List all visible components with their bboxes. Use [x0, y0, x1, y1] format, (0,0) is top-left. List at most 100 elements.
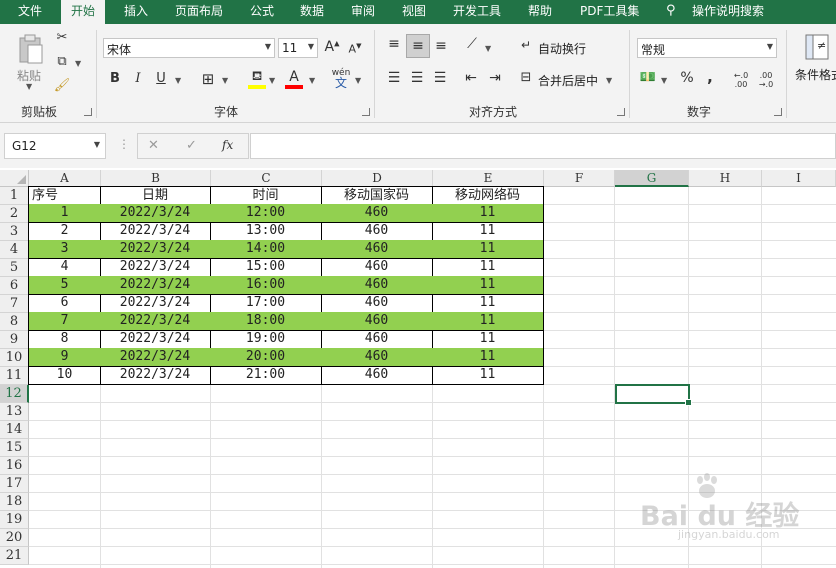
align-middle-icon[interactable]: ≡ — [406, 34, 430, 58]
row-header-1[interactable]: 1 — [0, 187, 29, 205]
row-header-7[interactable]: 7 — [0, 295, 29, 313]
italic-button[interactable]: I — [130, 71, 146, 86]
select-all-corner[interactable] — [0, 170, 29, 187]
number-format-select[interactable]: 常规 ▼ — [637, 38, 777, 58]
drag-handle-icon[interactable]: ⋮ — [118, 137, 130, 151]
table-header-cell[interactable]: 序号 — [28, 186, 101, 205]
number-launcher-icon[interactable] — [774, 108, 782, 116]
table-cell[interactable]: 13:00 — [210, 222, 322, 241]
tab-pdf-tools[interactable]: PDF工具集 — [580, 0, 639, 24]
orientation-icon[interactable]: ⟋ — [463, 36, 481, 52]
tab-formulas[interactable]: 公式 — [250, 0, 274, 24]
fill-handle[interactable] — [685, 399, 692, 406]
font-color-button[interactable]: A — [285, 69, 303, 89]
table-cell[interactable]: 11 — [432, 312, 544, 331]
decrease-decimal-button[interactable]: .00 →.0 — [756, 71, 776, 89]
table-cell[interactable]: 1 — [28, 204, 101, 223]
row-header-20[interactable]: 20 — [0, 529, 29, 547]
table-cell[interactable]: 14:00 — [210, 240, 322, 259]
orientation-dropdown-arrow[interactable]: ▼ — [485, 44, 491, 53]
table-cell[interactable]: 460 — [321, 294, 433, 313]
row-header-4[interactable]: 4 — [0, 241, 29, 259]
table-cell[interactable]: 2022/3/24 — [100, 240, 211, 259]
row-header-14[interactable]: 14 — [0, 421, 29, 439]
table-cell[interactable]: 460 — [321, 348, 433, 367]
lightbulb-icon[interactable]: ⚲ — [666, 0, 676, 24]
row-header-6[interactable]: 6 — [0, 277, 29, 295]
table-cell[interactable]: 460 — [321, 222, 433, 241]
increase-font-button[interactable]: A▲ — [324, 39, 340, 55]
table-cell[interactable]: 460 — [321, 258, 433, 277]
accounting-dropdown-arrow[interactable]: ▼ — [661, 76, 667, 85]
table-cell[interactable]: 18:00 — [210, 312, 322, 331]
tab-home[interactable]: 开始 — [61, 0, 106, 24]
column-header-h[interactable]: H — [689, 170, 762, 187]
font-launcher-icon[interactable] — [362, 108, 370, 116]
table-cell[interactable]: 2022/3/24 — [100, 348, 211, 367]
borders-icon[interactable]: ⊞ — [199, 70, 217, 88]
column-header-g[interactable]: G — [615, 170, 689, 187]
merge-dropdown-arrow[interactable]: ▼ — [606, 76, 612, 85]
percent-style-button[interactable]: % — [678, 70, 696, 86]
table-cell[interactable]: 19:00 — [210, 330, 322, 349]
table-cell[interactable]: 11 — [432, 240, 544, 259]
table-cell[interactable]: 8 — [28, 330, 101, 349]
table-cell[interactable]: 21:00 — [210, 366, 322, 385]
table-header-cell[interactable]: 移动国家码 — [321, 186, 433, 205]
table-cell[interactable]: 11 — [432, 258, 544, 277]
table-header-cell[interactable]: 日期 — [100, 186, 211, 205]
table-cell[interactable]: 2 — [28, 222, 101, 241]
column-header-d[interactable]: D — [322, 170, 433, 187]
table-cell[interactable]: 11 — [432, 276, 544, 295]
phonetic-dropdown-arrow[interactable]: ▼ — [355, 76, 361, 85]
conditional-formatting-button[interactable]: ≠ 条件格式 — [793, 32, 836, 94]
row-header-21[interactable]: 21 — [0, 547, 29, 565]
phonetic-button[interactable]: wén 文 — [331, 68, 351, 90]
font-size-select[interactable]: 11 ▼ — [278, 38, 318, 58]
row-header-15[interactable]: 15 — [0, 439, 29, 457]
column-header-f[interactable]: F — [544, 170, 615, 187]
bold-button[interactable]: B — [107, 71, 123, 86]
row-header-2[interactable]: 2 — [0, 205, 29, 223]
row-header-17[interactable]: 17 — [0, 475, 29, 493]
table-cell[interactable]: 7 — [28, 312, 101, 331]
table-cell[interactable]: 2022/3/24 — [100, 258, 211, 277]
table-cell[interactable]: 11 — [432, 348, 544, 367]
row-header-10[interactable]: 10 — [0, 349, 29, 367]
decrease-indent-icon[interactable]: ⇤ — [462, 70, 480, 86]
row-header-19[interactable]: 19 — [0, 511, 29, 529]
merge-center-button[interactable]: ⊟ 合并后居中 — [518, 70, 610, 90]
tab-developer[interactable]: 开发工具 — [453, 0, 501, 24]
format-painter-icon[interactable]: 🖌 — [53, 78, 71, 93]
table-cell[interactable]: 2022/3/24 — [100, 294, 211, 313]
table-cell[interactable]: 2022/3/24 — [100, 330, 211, 349]
name-box[interactable]: G12 ▼ — [4, 133, 106, 159]
row-header-18[interactable]: 18 — [0, 493, 29, 511]
column-header-b[interactable]: B — [101, 170, 211, 187]
table-cell[interactable]: 16:00 — [210, 276, 322, 295]
cancel-icon[interactable]: ✕ — [148, 138, 159, 153]
table-cell[interactable]: 15:00 — [210, 258, 322, 277]
table-cell[interactable]: 11 — [432, 222, 544, 241]
increase-indent-icon[interactable]: ⇥ — [486, 70, 504, 86]
formula-input[interactable] — [250, 133, 836, 159]
decrease-font-button[interactable]: A▼ — [347, 42, 363, 56]
borders-dropdown-arrow[interactable]: ▼ — [222, 76, 228, 85]
table-cell[interactable]: 460 — [321, 276, 433, 295]
tab-review[interactable]: 审阅 — [351, 0, 375, 24]
table-cell[interactable]: 12:00 — [210, 204, 322, 223]
accounting-format-icon[interactable]: 💵 — [639, 70, 657, 85]
table-cell[interactable]: 460 — [321, 204, 433, 223]
column-header-a[interactable]: A — [29, 170, 101, 187]
table-cell[interactable]: 4 — [28, 258, 101, 277]
table-cell[interactable]: 460 — [321, 330, 433, 349]
tab-view[interactable]: 视图 — [402, 0, 426, 24]
row-header-12[interactable]: 12 — [0, 385, 29, 403]
table-cell[interactable]: 9 — [28, 348, 101, 367]
table-cell[interactable]: 2022/3/24 — [100, 204, 211, 223]
table-cell[interactable]: 17:00 — [210, 294, 322, 313]
align-bottom-icon[interactable]: ≡ — [432, 38, 450, 54]
table-cell[interactable]: 10 — [28, 366, 101, 385]
insert-function-icon[interactable]: fx — [222, 138, 233, 152]
row-header-8[interactable]: 8 — [0, 313, 29, 331]
